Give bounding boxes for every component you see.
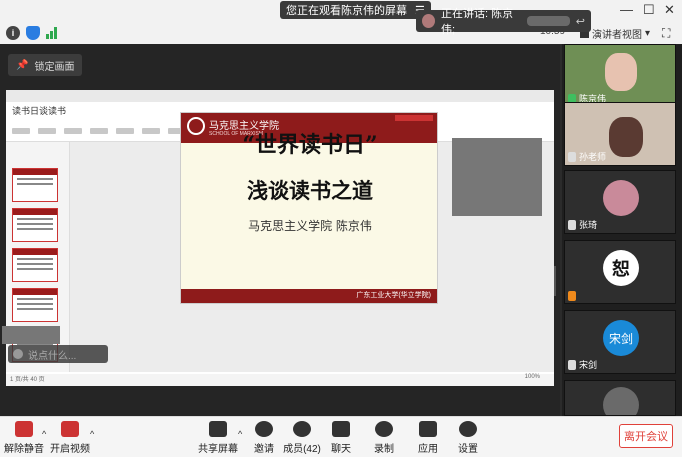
add-user-icon [255,421,273,437]
start-video-button[interactable]: 开启视频 [48,421,92,455]
avatar: 恕 [603,250,639,286]
mic-off-icon [568,359,576,370]
participant-name: 孙老师 [579,152,607,162]
slide-footer: 广东工业大学(华立学院) [181,289,437,303]
unmute-label: 解除静音 [4,444,44,455]
redaction-block [452,138,542,216]
unmute-button[interactable]: 解除静音 [2,421,46,455]
speaker-avatar [422,14,435,28]
chevron-up-icon[interactable]: ^ [90,429,94,439]
participants-panel: 陈京伟 孙老师 张琦 恕 宋剑 宋剑 [562,44,682,416]
ribbon-button[interactable] [38,127,56,134]
settings-label: 设置 [458,444,478,455]
apps-button[interactable]: 应用 [406,421,450,455]
avatar-text: 宋剑 [608,331,633,346]
chat-input[interactable]: 说点什么... [8,345,108,363]
ribbon-button[interactable] [12,127,30,134]
leave-meeting-button[interactable]: 离开会议 [619,424,673,448]
participant-tile[interactable]: 宋剑 宋剑 [564,310,676,374]
lock-view-button[interactable]: 📌 锁定画面 [8,54,83,76]
members-icon [293,421,311,437]
participant-tile[interactable]: 孙老师 [564,102,676,166]
participant-tile[interactable] [564,380,676,416]
chat-icon [332,421,350,437]
zoom-level: 100% [524,374,540,380]
slide-title-2: 浅谈读书之道 [247,178,373,203]
viewing-text: 您正在观看陈京伟的屏幕 [286,5,407,17]
participant-video [605,53,637,91]
participant-name: 宋剑 [579,360,598,370]
share-screen-label: 共享屏幕 [198,444,238,455]
chevron-up-icon[interactable]: ^ [42,429,46,439]
participant-name: 张琦 [579,220,598,230]
info-icon[interactable]: i [6,26,20,40]
speaking-indicator: 正在讲话: 陈京伟; ↩ [416,8,591,36]
meeting-toolbar: 解除静音 ^ 开启视频 ^ 共享屏幕 ^ 邀请 成员(42) 聊天 录制 应用 … [0,416,682,457]
viewing-indicator: 您正在观看陈京伟的屏幕 ☰ [280,1,431,19]
pin-icon: 📌 [16,59,29,71]
members-button[interactable]: 成员(42) [280,421,324,455]
record-label: 录制 [374,444,394,455]
chat-button[interactable]: 聊天 [319,421,363,455]
share-screen-icon [209,421,227,437]
ribbon-button[interactable] [64,127,82,134]
participant-tile[interactable]: 陈京伟 [564,44,676,108]
slide-thumbnail[interactable] [12,208,58,242]
speaking-text: 正在讲话: 陈京伟; [441,8,514,36]
close-icon[interactable]: ✕ [664,2,675,18]
ribbon-button[interactable] [142,127,160,134]
shield-icon[interactable] [26,26,40,40]
record-button[interactable]: 录制 [362,421,406,455]
slide-footer-text: 广东工业大学(华立学院) [356,292,431,299]
view-mode-label: 演讲者视图 [592,30,642,41]
blurred-name [527,16,570,26]
current-slide: 马克思主义学院 SCHOOL OF MARXISM “世界读书日” 浅谈读书之道… [180,112,438,304]
record-icon [375,421,393,437]
mic-muted-icon [15,421,33,437]
avatar: 宋剑 [603,320,639,356]
apps-label: 应用 [418,444,438,455]
hand-icon[interactable]: ↩ [576,15,585,28]
chevron-down-icon: ▾ [645,28,651,39]
redaction-block [2,326,60,344]
slide-thumbnail[interactable] [12,168,58,202]
invite-label: 邀请 [254,444,274,455]
maximize-icon[interactable]: ☐ [643,2,655,18]
start-video-label: 开启视频 [50,444,90,455]
mic-off-icon [568,219,576,230]
fullscreen-icon[interactable]: ⛶ [662,26,670,41]
chat-placeholder: 说点什么... [28,350,77,362]
chat-label: 聊天 [331,444,351,455]
slide-thumbnail[interactable] [12,248,58,282]
participant-tile[interactable]: 张琦 [564,170,676,234]
share-screen-button[interactable]: 共享屏幕 [196,421,240,455]
ppt-status-bar: 1 页/共 40 页 100% [6,374,554,386]
user-icon [568,291,576,301]
slide-author: 马克思主义学院 陈京伟 [248,219,372,233]
ppt-title: 读书日谈读书 [12,106,67,116]
camera-off-icon [61,421,79,437]
participant-tile[interactable]: 恕 [564,240,676,304]
avatar [603,387,639,415]
avatar [603,180,639,216]
members-label: 成员(42) [283,444,321,455]
gear-icon [459,421,477,437]
slide-thumbnail[interactable] [12,288,58,322]
ribbon-button[interactable] [116,127,134,134]
page-indicator: 1 页/共 40 页 [10,377,45,383]
settings-button[interactable]: 设置 [446,421,490,455]
slide-title-1: “世界读书日” [242,132,378,158]
participant-video [609,117,643,157]
ribbon-button[interactable] [90,127,108,134]
emoji-icon[interactable] [13,349,23,359]
apps-icon [419,421,437,437]
lock-view-label: 锁定画面 [34,61,75,73]
minimize-icon[interactable]: — [620,2,633,17]
signal-icon[interactable] [46,27,57,39]
ppt-window-bar [6,90,554,102]
mic-off-icon [568,151,576,162]
